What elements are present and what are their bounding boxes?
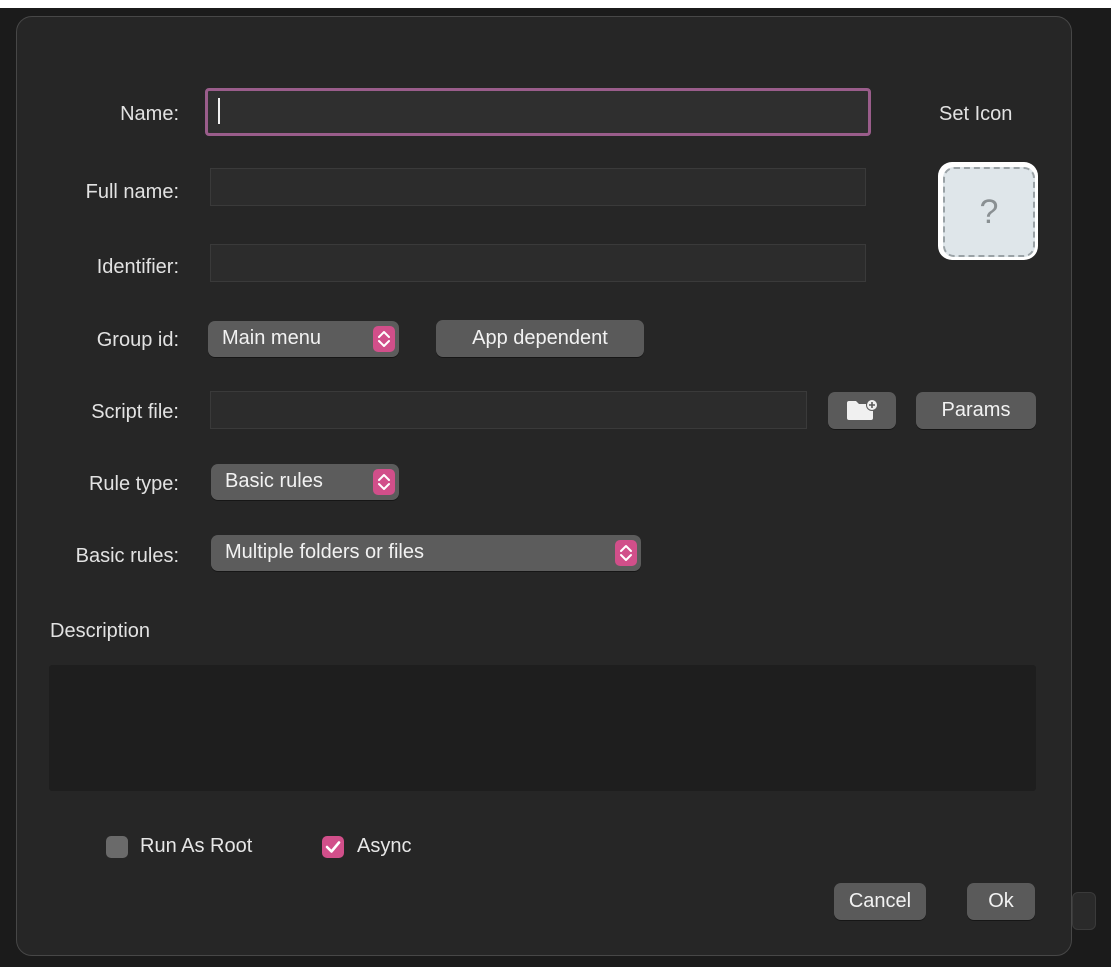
app-dependent-button[interactable]: App dependent [436, 320, 644, 357]
group-id-label: Group id: [96, 329, 179, 351]
script-file-field[interactable] [210, 391, 807, 429]
basic-rules-label: Basic rules: [75, 545, 179, 567]
basic-rules-value: Multiple folders or files [225, 541, 424, 563]
run-as-root-label[interactable]: Run As Root [140, 835, 252, 858]
ok-label: Ok [988, 890, 1014, 912]
fullname-label: Full name: [85, 181, 179, 203]
description-label: Description [50, 620, 151, 642]
async-label[interactable]: Async [357, 835, 411, 858]
params-button[interactable]: Params [916, 392, 1036, 429]
name-field[interactable] [205, 88, 871, 136]
cancel-button[interactable]: Cancel [834, 883, 926, 920]
updown-chevron-icon [373, 469, 395, 495]
identifier-field[interactable] [210, 244, 866, 282]
icon-well[interactable]: ? [938, 162, 1038, 260]
group-id-popup[interactable]: Main menu [208, 321, 399, 357]
identifier-label: Identifier: [96, 256, 179, 278]
rule-type-value: Basic rules [225, 470, 323, 492]
async-checkbox[interactable] [322, 836, 344, 858]
fullname-field[interactable] [210, 168, 866, 206]
browse-folder-button[interactable] [828, 392, 896, 429]
checkmark-icon [325, 841, 341, 853]
background-window-edge [1072, 892, 1096, 930]
question-mark-icon: ? [943, 167, 1035, 257]
description-textarea[interactable] [49, 665, 1036, 791]
group-id-value: Main menu [222, 327, 321, 349]
updown-chevron-icon [615, 540, 637, 566]
command-editor-dialog: Name: Set Icon ? Full name: Identifier: … [16, 16, 1072, 956]
params-label: Params [941, 399, 1011, 421]
app-dependent-label: App dependent [472, 327, 608, 349]
text-caret [218, 98, 220, 124]
rule-type-label: Rule type: [88, 473, 179, 495]
basic-rules-popup[interactable]: Multiple folders or files [211, 535, 641, 571]
ok-button[interactable]: Ok [967, 883, 1035, 920]
folder-add-icon [845, 399, 879, 427]
run-as-root-checkbox[interactable] [106, 836, 128, 858]
updown-chevron-icon [373, 326, 395, 352]
cancel-label: Cancel [848, 890, 912, 912]
name-label: Name: [120, 103, 179, 125]
window-top-strip [0, 0, 1111, 8]
set-icon-label: Set Icon [939, 103, 1013, 125]
rule-type-popup[interactable]: Basic rules [211, 464, 399, 500]
script-file-label: Script file: [91, 401, 179, 423]
